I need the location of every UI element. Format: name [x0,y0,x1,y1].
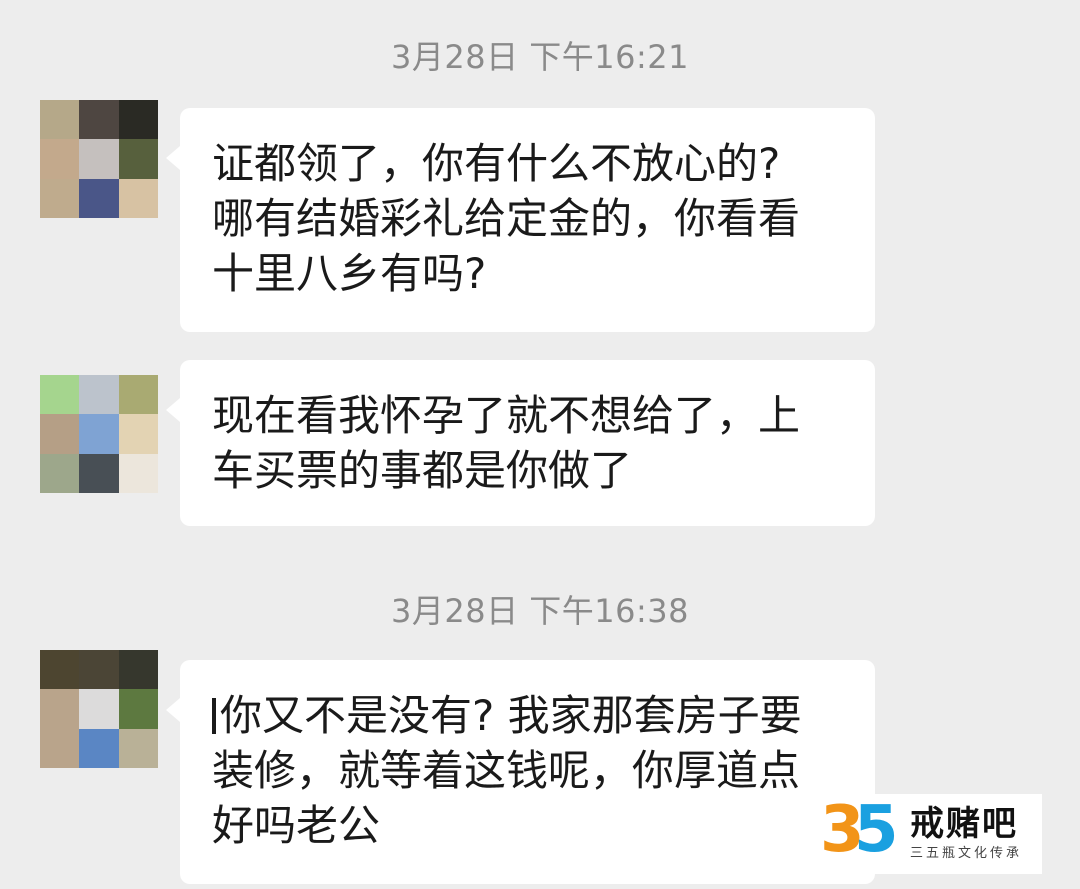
avatar-mosaic-cell [40,650,80,690]
watermark-logo: 3 5 [820,793,902,869]
timestamp: 3月28日 下午16:21 [391,38,689,76]
avatar-mosaic-cell [40,139,80,179]
timestamp: 3月28日 下午16:38 [391,592,689,630]
avatar-mosaic-cell [40,728,80,768]
avatar-mosaic-cell [40,414,80,454]
message-bubble[interactable]: 证都领了，你有什么不放心的? 哪有结婚彩礼给定金的，你看看 十里八乡有吗? [166,108,875,332]
avatar-mosaic-cell [118,414,158,454]
message-bubble[interactable]: 现在看我怀孕了就不想给了，上 车买票的事都是你做了 [166,360,875,526]
avatar-mosaic-cell [118,650,158,690]
message-bubble[interactable]: 你又不是没有? 我家那套房子要 装修，就等着这钱呢，你厚道点 好吗老公 [166,660,875,884]
avatar-mosaic-cell [118,100,158,140]
message-text-line: 十里八乡有吗? [212,249,487,298]
message-text-line: 装修，就等着这钱呢，你厚道点 [212,746,801,795]
avatar-mosaic-cell [118,178,158,218]
message-text: 你又不是没有? 我家那套房子要 [220,691,802,740]
avatar-mosaic-cell [79,689,119,729]
avatar[interactable] [40,100,158,218]
avatar-mosaic-cell [40,689,80,729]
avatar-mosaic-cell [118,689,158,729]
logo-digit: 5 [854,793,899,867]
avatar-mosaic-cell [79,414,119,454]
avatar-mosaic-cell [79,650,119,690]
avatar-mosaic-cell [118,375,158,415]
avatar-mosaic-cell [40,375,80,415]
message-text-line: 哪有结婚彩礼给定金的，你看看 [212,194,801,243]
avatar-mosaic-cell [79,728,119,768]
avatar-mosaic-cell [79,453,119,493]
avatar[interactable] [40,650,158,768]
watermark: 3 5 戒赌吧 三五瓶文化传承 [812,793,1042,874]
message-text-line: 车买票的事都是你做了 [212,446,633,495]
text-cursor [212,698,216,734]
avatar-mosaic-cell [118,139,158,179]
avatar-mosaic-cell [79,178,119,218]
avatar-mosaic-cell [79,100,119,140]
watermark-title: 戒赌吧 [910,804,1018,844]
avatar-mosaic-cell [40,100,80,140]
avatar-mosaic-cell [118,453,158,493]
avatar-mosaic-cell [79,139,119,179]
avatar[interactable] [40,375,158,493]
watermark-subtitle: 三五瓶文化传承 [910,846,1023,861]
message-text-line: 好吗老公 [212,801,381,850]
avatar-mosaic-cell [40,453,80,493]
message-text-line: 你又不是没有? 我家那套房子要 [212,688,845,743]
avatar-mosaic-cell [79,375,119,415]
avatar-mosaic-cell [118,728,158,768]
avatar-mosaic-cell [40,178,80,218]
message-text-line: 证都领了，你有什么不放心的? [212,139,781,188]
message-text-line: 现在看我怀孕了就不想给了，上 [212,391,801,440]
